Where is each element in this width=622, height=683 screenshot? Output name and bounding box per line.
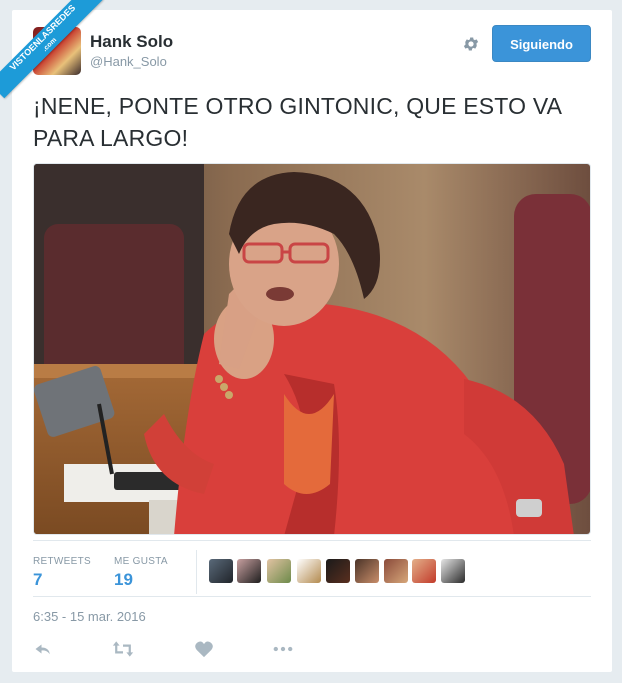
retweets-label: RETWEETS xyxy=(33,556,91,567)
liker-avatar[interactable] xyxy=(209,559,233,583)
tweet-photo[interactable] xyxy=(33,163,591,535)
display-name[interactable]: Hank Solo xyxy=(90,32,173,52)
heart-icon[interactable] xyxy=(194,640,214,658)
divider-top xyxy=(33,540,591,541)
likes-count[interactable]: 19 xyxy=(114,570,133,590)
liker-avatar[interactable] xyxy=(355,559,379,583)
following-button[interactable]: Siguiendo xyxy=(492,25,591,62)
retweets-count[interactable]: 7 xyxy=(33,570,42,590)
watermark-ribbon: VISTOENLASREDES .com xyxy=(0,0,104,99)
liker-avatar[interactable] xyxy=(412,559,436,583)
tweet-text: ¡NENE, PONTE OTRO GINTONIC, QUE ESTO VA … xyxy=(33,93,561,151)
liker-avatar[interactable] xyxy=(297,559,321,583)
reply-icon[interactable] xyxy=(33,640,53,658)
liker-avatar[interactable] xyxy=(384,559,408,583)
user-handle[interactable]: @Hank_Solo xyxy=(90,54,167,69)
stats-separator xyxy=(196,550,197,594)
retweet-icon[interactable] xyxy=(112,640,134,658)
tweet-timestamp[interactable]: 6:35 - 15 mar. 2016 xyxy=(33,609,146,624)
divider-bottom xyxy=(33,596,591,597)
watermark-domain: .com xyxy=(41,36,59,54)
photo-illustration xyxy=(34,164,590,534)
liker-avatar[interactable] xyxy=(237,559,261,583)
liker-avatar[interactable] xyxy=(326,559,350,583)
liker-avatar[interactable] xyxy=(267,559,291,583)
gear-icon[interactable] xyxy=(462,35,480,53)
tweet-card: VISTOENLASREDES .com Hank Solo @Hank_Sol… xyxy=(0,0,612,672)
more-icon[interactable] xyxy=(272,640,294,658)
likes-label: ME GUSTA xyxy=(114,556,168,567)
liker-avatar[interactable] xyxy=(441,559,465,583)
